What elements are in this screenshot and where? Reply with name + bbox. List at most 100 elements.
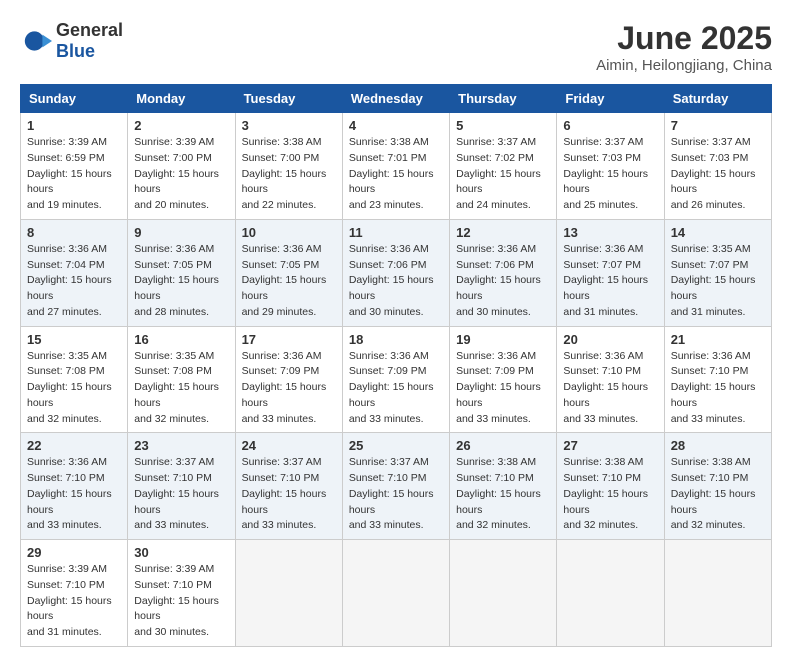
col-header-friday: Friday	[557, 85, 664, 113]
day-info: Sunrise: 3:37 AMSunset: 7:03 PMDaylight:…	[671, 135, 765, 214]
day-number: 9	[134, 225, 228, 240]
calendar-cell	[557, 540, 664, 647]
day-info: Sunrise: 3:36 AMSunset: 7:06 PMDaylight:…	[349, 242, 443, 321]
title-area: June 2025 Aimin, Heilongjiang, China	[596, 20, 772, 74]
calendar-cell: 1 Sunrise: 3:39 AMSunset: 6:59 PMDaylight…	[21, 113, 128, 220]
day-info: Sunrise: 3:39 AMSunset: 7:10 PMDaylight:…	[27, 562, 121, 641]
day-number: 27	[563, 438, 657, 453]
day-info: Sunrise: 3:38 AMSunset: 7:10 PMDaylight:…	[456, 455, 550, 534]
day-number: 22	[27, 438, 121, 453]
logo: General Blue	[20, 20, 123, 62]
week-row-2: 8 Sunrise: 3:36 AMSunset: 7:04 PMDaylight…	[21, 219, 772, 326]
col-header-wednesday: Wednesday	[342, 85, 449, 113]
day-number: 20	[563, 332, 657, 347]
day-info: Sunrise: 3:39 AMSunset: 7:00 PMDaylight:…	[134, 135, 228, 214]
day-info: Sunrise: 3:38 AMSunset: 7:00 PMDaylight:…	[242, 135, 336, 214]
day-number: 13	[563, 225, 657, 240]
day-number: 15	[27, 332, 121, 347]
calendar-cell: 10Sunrise: 3:36 AMSunset: 7:05 PMDayligh…	[235, 219, 342, 326]
calendar-cell: 9 Sunrise: 3:36 AMSunset: 7:05 PMDaylight…	[128, 219, 235, 326]
day-number: 26	[456, 438, 550, 453]
day-number: 28	[671, 438, 765, 453]
calendar-cell: 12Sunrise: 3:36 AMSunset: 7:06 PMDayligh…	[450, 219, 557, 326]
day-number: 16	[134, 332, 228, 347]
day-info: Sunrise: 3:37 AMSunset: 7:10 PMDaylight:…	[349, 455, 443, 534]
calendar-cell	[342, 540, 449, 647]
day-number: 10	[242, 225, 336, 240]
calendar-cell: 25 Sunrise: 3:37 AMSunset: 7:10 PMDayligh…	[342, 433, 449, 540]
calendar-cell: 8 Sunrise: 3:36 AMSunset: 7:04 PMDaylight…	[21, 219, 128, 326]
col-header-sunday: Sunday	[21, 85, 128, 113]
day-number: 3	[242, 118, 336, 133]
day-info: Sunrise: 3:36 AMSunset: 7:07 PMDaylight:…	[563, 242, 657, 321]
day-number: 18	[349, 332, 443, 347]
week-row-5: 29Sunrise: 3:39 AMSunset: 7:10 PMDayligh…	[21, 540, 772, 647]
day-number: 19	[456, 332, 550, 347]
day-number: 30	[134, 545, 228, 560]
day-info: Sunrise: 3:36 AMSunset: 7:09 PMDaylight:…	[456, 349, 550, 428]
day-info: Sunrise: 3:38 AMSunset: 7:01 PMDaylight:…	[349, 135, 443, 214]
day-info: Sunrise: 3:36 AMSunset: 7:09 PMDaylight:…	[349, 349, 443, 428]
logo-blue: Blue	[56, 41, 95, 61]
calendar-cell: 6 Sunrise: 3:37 AMSunset: 7:03 PMDaylight…	[557, 113, 664, 220]
col-header-thursday: Thursday	[450, 85, 557, 113]
day-info: Sunrise: 3:37 AMSunset: 7:02 PMDaylight:…	[456, 135, 550, 214]
day-number: 7	[671, 118, 765, 133]
day-info: Sunrise: 3:39 AMSunset: 7:10 PMDaylight:…	[134, 562, 228, 641]
day-number: 11	[349, 225, 443, 240]
day-info: Sunrise: 3:37 AMSunset: 7:10 PMDaylight:…	[134, 455, 228, 534]
day-number: 25	[349, 438, 443, 453]
day-info: Sunrise: 3:36 AMSunset: 7:10 PMDaylight:…	[563, 349, 657, 428]
day-info: Sunrise: 3:35 AMSunset: 7:07 PMDaylight:…	[671, 242, 765, 321]
header: General Blue June 2025 Aimin, Heilongjia…	[20, 20, 772, 74]
day-number: 1	[27, 118, 121, 133]
week-row-1: 1 Sunrise: 3:39 AMSunset: 6:59 PMDaylight…	[21, 113, 772, 220]
calendar-cell: 30 Sunrise: 3:39 AMSunset: 7:10 PMDayligh…	[128, 540, 235, 647]
location-subtitle: Aimin, Heilongjiang, China	[596, 57, 772, 74]
week-row-3: 15 Sunrise: 3:35 AMSunset: 7:08 PMDayligh…	[21, 326, 772, 433]
logo-text: General Blue	[56, 20, 123, 62]
logo-icon	[20, 25, 52, 57]
day-number: 17	[242, 332, 336, 347]
day-info: Sunrise: 3:36 AMSunset: 7:05 PMDaylight:…	[134, 242, 228, 321]
calendar-cell: 5 Sunrise: 3:37 AMSunset: 7:02 PMDaylight…	[450, 113, 557, 220]
day-info: Sunrise: 3:35 AMSunset: 7:08 PMDaylight:…	[27, 349, 121, 428]
day-number: 6	[563, 118, 657, 133]
calendar-cell: 13 Sunrise: 3:36 AMSunset: 7:07 PMDayligh…	[557, 219, 664, 326]
calendar-cell: 16 Sunrise: 3:35 AMSunset: 7:08 PMDayligh…	[128, 326, 235, 433]
day-number: 14	[671, 225, 765, 240]
day-info: Sunrise: 3:35 AMSunset: 7:08 PMDaylight:…	[134, 349, 228, 428]
day-info: Sunrise: 3:37 AMSunset: 7:10 PMDaylight:…	[242, 455, 336, 534]
day-info: Sunrise: 3:36 AMSunset: 7:04 PMDaylight:…	[27, 242, 121, 321]
calendar-cell: 23 Sunrise: 3:37 AMSunset: 7:10 PMDayligh…	[128, 433, 235, 540]
calendar-cell: 21Sunrise: 3:36 AMSunset: 7:10 PMDayligh…	[664, 326, 771, 433]
calendar-cell: 2 Sunrise: 3:39 AMSunset: 7:00 PMDaylight…	[128, 113, 235, 220]
calendar-cell: 4 Sunrise: 3:38 AMSunset: 7:01 PMDaylight…	[342, 113, 449, 220]
day-number: 5	[456, 118, 550, 133]
calendar-cell: 7 Sunrise: 3:37 AMSunset: 7:03 PMDaylight…	[664, 113, 771, 220]
calendar-cell: 11 Sunrise: 3:36 AMSunset: 7:06 PMDayligh…	[342, 219, 449, 326]
calendar-cell: 24 Sunrise: 3:37 AMSunset: 7:10 PMDayligh…	[235, 433, 342, 540]
logo-general: General	[56, 20, 123, 40]
day-info: Sunrise: 3:38 AMSunset: 7:10 PMDaylight:…	[671, 455, 765, 534]
day-info: Sunrise: 3:39 AMSunset: 6:59 PMDaylight:…	[27, 135, 121, 214]
col-header-saturday: Saturday	[664, 85, 771, 113]
day-number: 4	[349, 118, 443, 133]
calendar-cell: 19 Sunrise: 3:36 AMSunset: 7:09 PMDayligh…	[450, 326, 557, 433]
day-info: Sunrise: 3:37 AMSunset: 7:03 PMDaylight:…	[563, 135, 657, 214]
calendar-cell: 18 Sunrise: 3:36 AMSunset: 7:09 PMDayligh…	[342, 326, 449, 433]
calendar-cell: 17Sunrise: 3:36 AMSunset: 7:09 PMDayligh…	[235, 326, 342, 433]
day-info: Sunrise: 3:36 AMSunset: 7:10 PMDaylight:…	[671, 349, 765, 428]
day-number: 2	[134, 118, 228, 133]
day-number: 8	[27, 225, 121, 240]
calendar-cell	[235, 540, 342, 647]
calendar-cell: 27Sunrise: 3:38 AMSunset: 7:10 PMDayligh…	[557, 433, 664, 540]
calendar-header-row: SundayMondayTuesdayWednesdayThursdayFrid…	[21, 85, 772, 113]
calendar-cell: 28 Sunrise: 3:38 AMSunset: 7:10 PMDayligh…	[664, 433, 771, 540]
day-info: Sunrise: 3:36 AMSunset: 7:10 PMDaylight:…	[27, 455, 121, 534]
calendar-cell	[664, 540, 771, 647]
calendar-cell: 14 Sunrise: 3:35 AMSunset: 7:07 PMDayligh…	[664, 219, 771, 326]
day-number: 24	[242, 438, 336, 453]
calendar-cell: 15 Sunrise: 3:35 AMSunset: 7:08 PMDayligh…	[21, 326, 128, 433]
day-number: 23	[134, 438, 228, 453]
